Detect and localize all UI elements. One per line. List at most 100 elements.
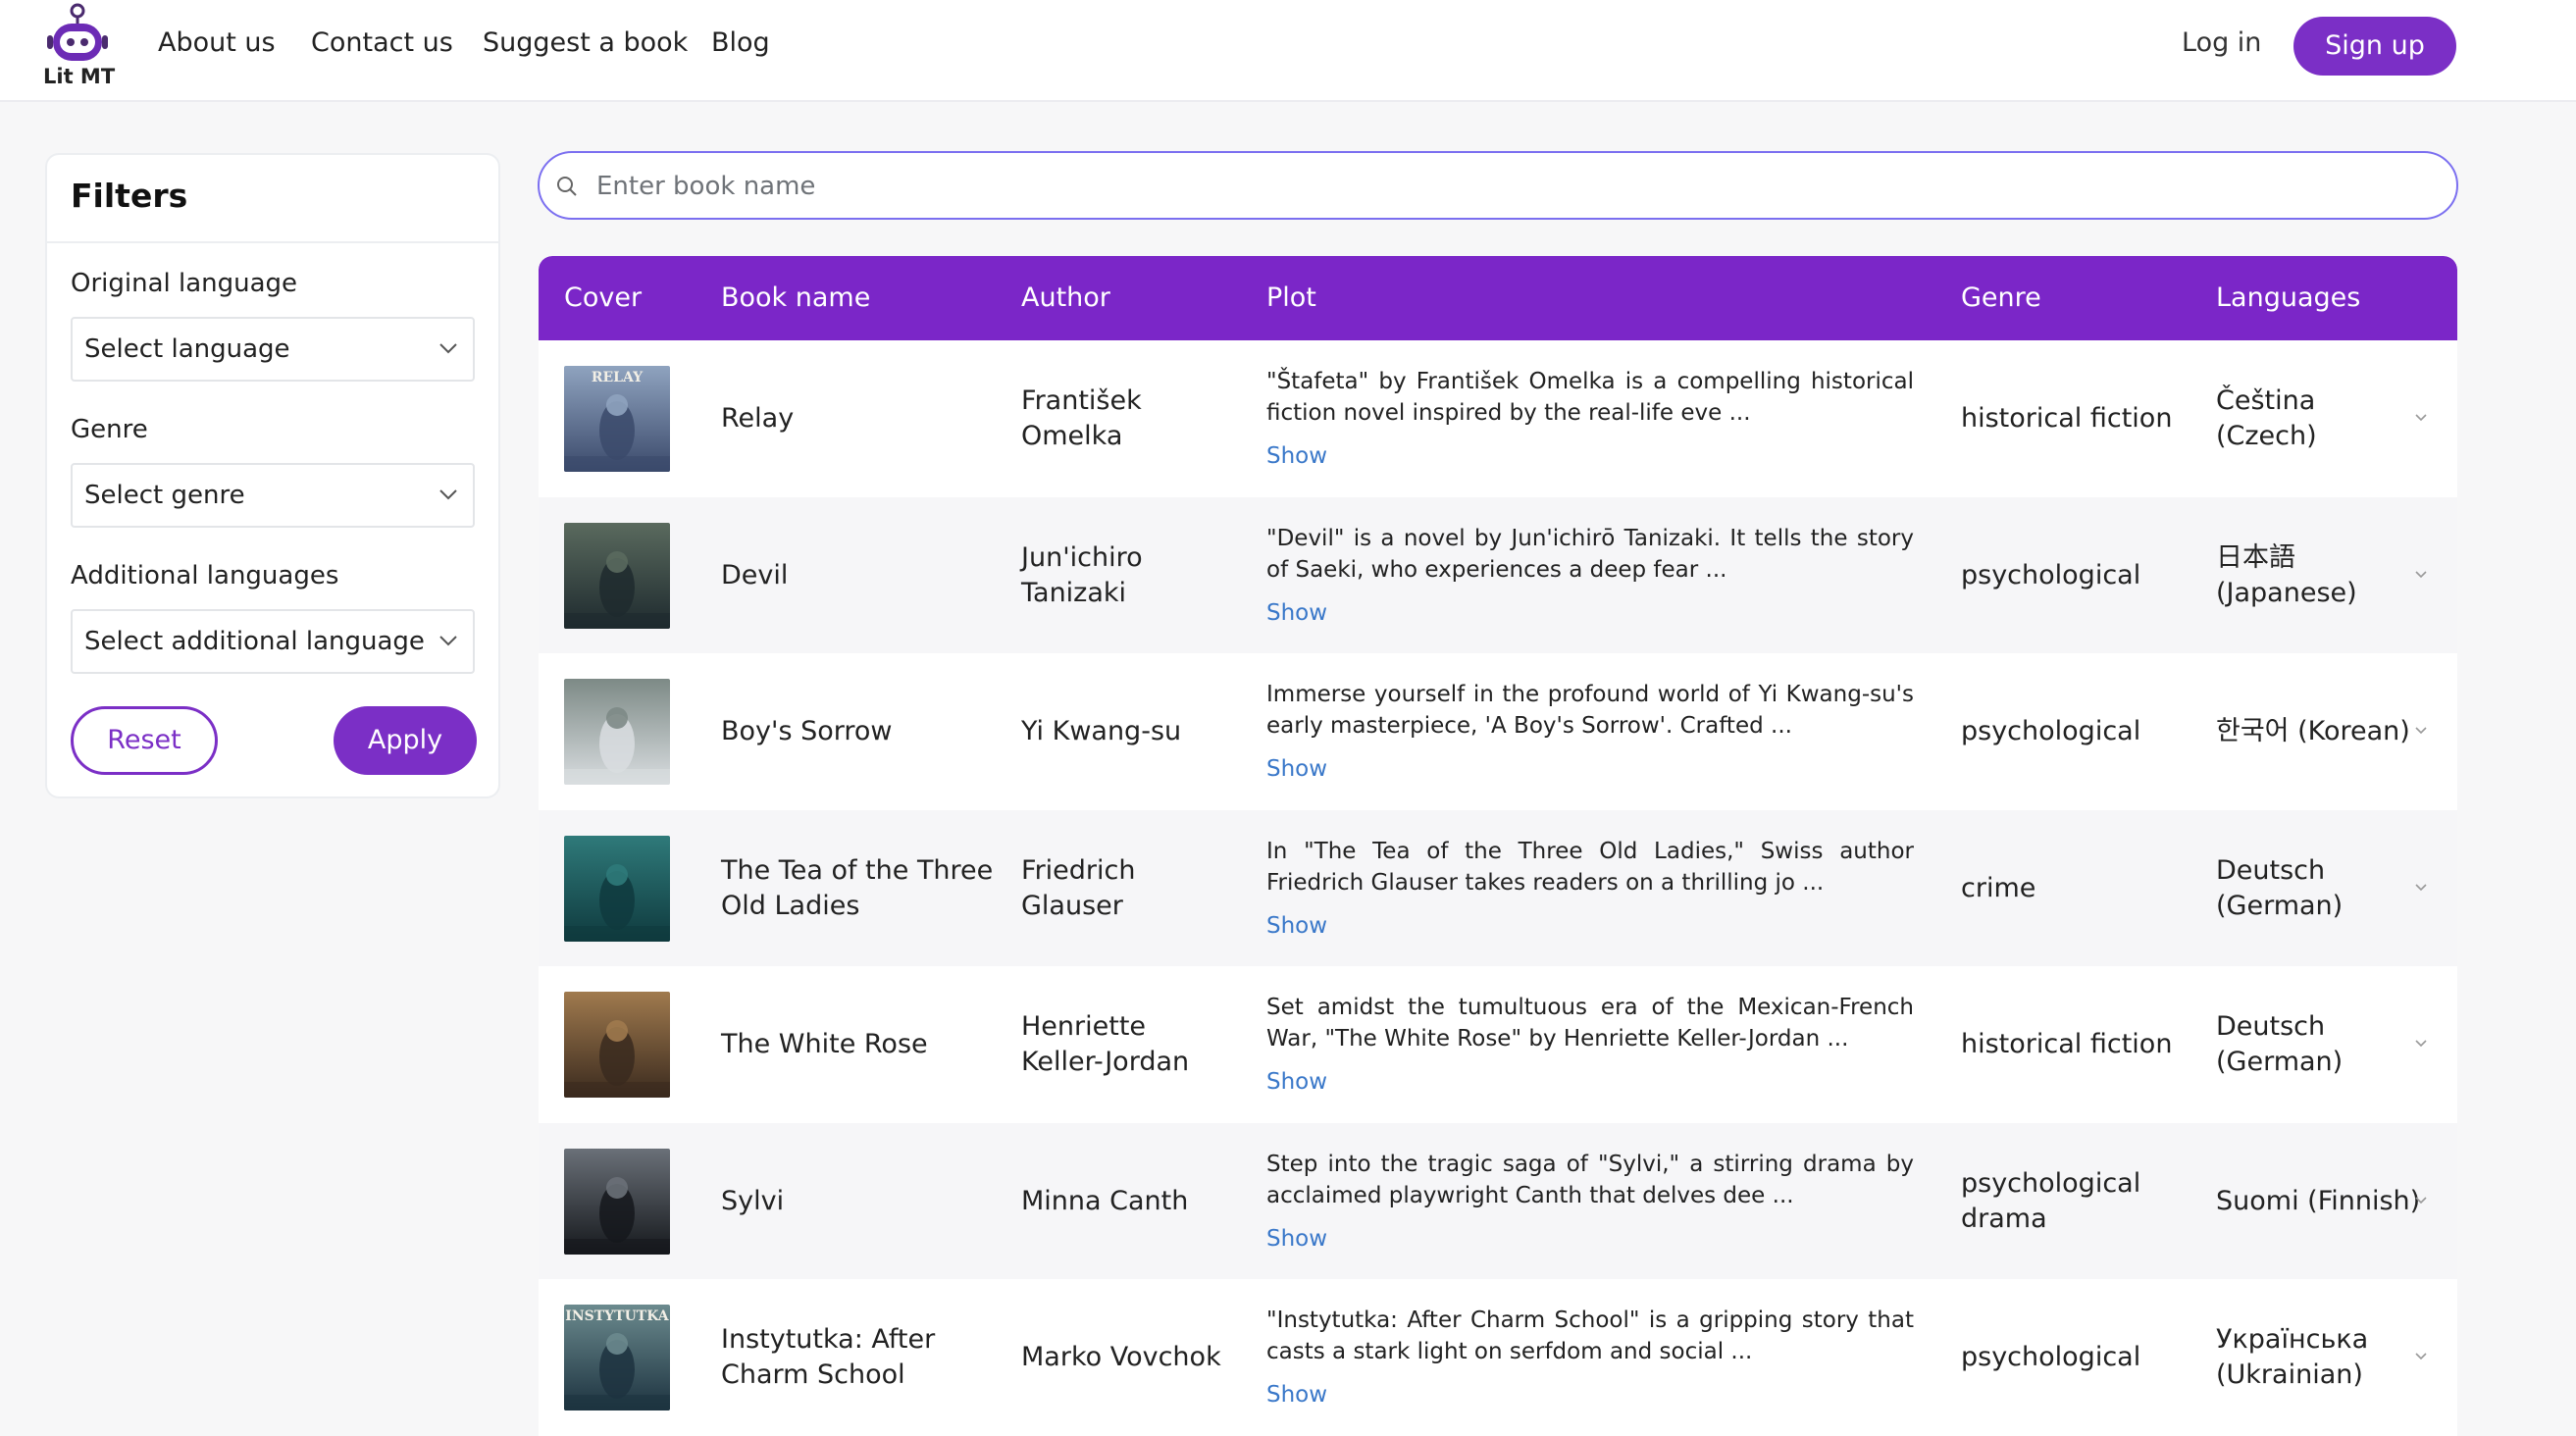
table-row[interactable]: RELAY Relay František Omelka "Štafeta" b… (539, 340, 2457, 497)
book-name[interactable]: Instytutka: After Charm School (721, 1279, 1005, 1436)
table-header: Cover Book name Author Plot Genre Langua… (539, 256, 2457, 340)
book-genre: crime (1961, 872, 2036, 903)
book-cover-image[interactable] (564, 679, 670, 785)
book-languages[interactable]: Deutsch (German) (2216, 966, 2422, 1123)
show-more-link[interactable]: Show (1266, 1064, 1327, 1100)
book-cover-image[interactable]: INSTYTUTKA (564, 1305, 670, 1410)
nav-about-us[interactable]: About us (158, 27, 276, 58)
book-plot: Set amidst the tumultuous era of the Mex… (1266, 966, 1914, 1123)
column-header-book-name: Book name (721, 282, 871, 313)
book-author: Marko Vovchok (1021, 1342, 1221, 1372)
search-bar (538, 151, 2458, 220)
chevron-down-icon[interactable] (2414, 570, 2428, 580)
column-header-genre: Genre (1961, 282, 2041, 313)
additional-languages-label: Additional languages (71, 561, 339, 590)
show-more-link[interactable]: Show (1266, 438, 1327, 474)
chevron-down-icon[interactable] (2414, 1196, 2428, 1205)
book-author: František Omelka (1021, 385, 1142, 451)
book-plot: "Devil" is a novel by Jun'ichirō Tanizak… (1266, 497, 1914, 654)
chevron-down-icon[interactable] (2414, 726, 2428, 736)
original-language-select[interactable]: Select language (71, 317, 475, 382)
nav-suggest-a-book[interactable]: Suggest a book (483, 27, 688, 58)
book-genre: psychological (1961, 559, 2141, 590)
robot-logo-icon (47, 3, 108, 61)
svg-text:RELAY: RELAY (592, 370, 644, 385)
book-genre: historical fiction (1961, 1029, 2173, 1059)
plot-text: Set amidst the tumultuous era of the Mex… (1266, 995, 1914, 1051)
book-genre: psychological drama (1961, 1167, 2141, 1234)
signup-button[interactable]: Sign up (2293, 17, 2456, 76)
book-languages[interactable]: 한국어 (Korean) (2216, 653, 2422, 810)
search-icon (557, 177, 577, 196)
show-more-link[interactable]: Show (1266, 595, 1327, 631)
additional-languages-value: Select additional language (84, 627, 425, 656)
original-language-label: Original language (71, 269, 298, 298)
table-row[interactable]: The Tea of the Three Old Ladies Friedric… (539, 809, 2457, 967)
show-more-link[interactable]: Show (1266, 908, 1327, 944)
chevron-down-icon[interactable] (2414, 1352, 2428, 1361)
table-row[interactable]: Sylvi Minna Canth Step into the tragic s… (539, 1122, 2457, 1280)
plot-text: In "The Tea of the Three Old Ladies," Sw… (1266, 838, 1914, 896)
books-table: Cover Book name Author Plot Genre Langua… (539, 256, 2457, 1436)
chevron-down-icon (439, 636, 457, 646)
book-languages[interactable]: Čeština (Czech) (2216, 340, 2422, 497)
logo-text: Lit MT (43, 65, 116, 88)
book-name[interactable]: Boy's Sorrow (721, 653, 1005, 810)
chevron-down-icon[interactable] (2414, 1039, 2428, 1049)
login-link[interactable]: Log in (2182, 27, 2261, 58)
show-more-link[interactable]: Show (1266, 1221, 1327, 1256)
genre-value: Select genre (84, 481, 245, 510)
show-more-link[interactable]: Show (1266, 1377, 1327, 1412)
apply-button[interactable]: Apply (334, 706, 477, 775)
book-plot: Immerse yourself in the profound world o… (1266, 653, 1914, 810)
book-languages[interactable]: Deutsch (German) (2216, 810, 2422, 967)
table-row[interactable]: Boy's Sorrow Yi Kwang-su Immerse yoursel… (539, 653, 2457, 810)
book-cover-image[interactable] (564, 835, 670, 942)
book-plot: "Štafeta" by František Omelka is a compe… (1266, 340, 1914, 497)
divider (47, 241, 498, 243)
table-row[interactable]: Devil Jun'ichiro Tanizaki "Devil" is a n… (539, 496, 2457, 654)
book-name[interactable]: Devil (721, 497, 1005, 654)
original-language-value: Select language (84, 334, 290, 364)
book-cover-image[interactable] (564, 992, 670, 1098)
chevron-down-icon[interactable] (2414, 883, 2428, 893)
book-genre: psychological (1961, 716, 2141, 746)
book-languages[interactable]: 日本語 (Japanese) (2216, 497, 2422, 654)
book-author: Friedrich Glauser (1021, 854, 1136, 921)
book-plot: In "The Tea of the Three Old Ladies," Sw… (1266, 810, 1914, 967)
nav-contact-us[interactable]: Contact us (311, 27, 453, 58)
nav-blog[interactable]: Blog (711, 27, 770, 58)
additional-languages-select[interactable]: Select additional language (71, 609, 475, 674)
book-plot: Step into the tragic saga of "Sylvi," a … (1266, 1123, 1914, 1280)
plot-text: "Štafeta" by František Omelka is a compe… (1266, 369, 1914, 426)
book-cover-image[interactable] (564, 1148, 670, 1255)
book-languages[interactable]: Українська (Ukrainian) (2216, 1279, 2422, 1436)
table-row[interactable]: INSTYTUTKA Instytutka: After Charm Schoo… (539, 1279, 2457, 1436)
genre-select[interactable]: Select genre (71, 463, 475, 528)
column-header-cover: Cover (564, 282, 643, 313)
book-author: Minna Canth (1021, 1185, 1189, 1216)
logo[interactable]: Lit MT (39, 0, 118, 98)
book-cover-image[interactable]: RELAY (564, 366, 670, 472)
book-author: Yi Kwang-su (1021, 716, 1182, 746)
book-name[interactable]: The Tea of the Three Old Ladies (721, 810, 1005, 967)
book-genre: psychological (1961, 1342, 2141, 1372)
column-header-languages: Languages (2216, 282, 2361, 313)
column-header-author: Author (1021, 282, 1110, 313)
top-navbar: Lit MT About us Contact us Suggest a boo… (0, 0, 2576, 102)
reset-button[interactable]: Reset (71, 706, 218, 775)
book-name[interactable]: Relay (721, 340, 1005, 497)
chevron-down-icon[interactable] (2414, 413, 2428, 423)
book-name[interactable]: The White Rose (721, 966, 1005, 1123)
book-cover-image[interactable] (564, 522, 670, 629)
genre-label: Genre (71, 415, 148, 444)
show-more-link[interactable]: Show (1266, 751, 1327, 787)
chevron-down-icon (439, 489, 457, 500)
book-plot: "Instytutka: After Charm School" is a gr… (1266, 1279, 1914, 1436)
book-author: Henriette Keller-Jordan (1021, 1011, 1190, 1077)
svg-text:INSTYTUTKA: INSTYTUTKA (565, 1308, 670, 1324)
book-name[interactable]: Sylvi (721, 1123, 1005, 1280)
search-input[interactable] (594, 165, 2413, 208)
book-languages[interactable]: Suomi (Finnish) (2216, 1123, 2422, 1280)
table-row[interactable]: The White Rose Henriette Keller-Jordan S… (539, 966, 2457, 1123)
